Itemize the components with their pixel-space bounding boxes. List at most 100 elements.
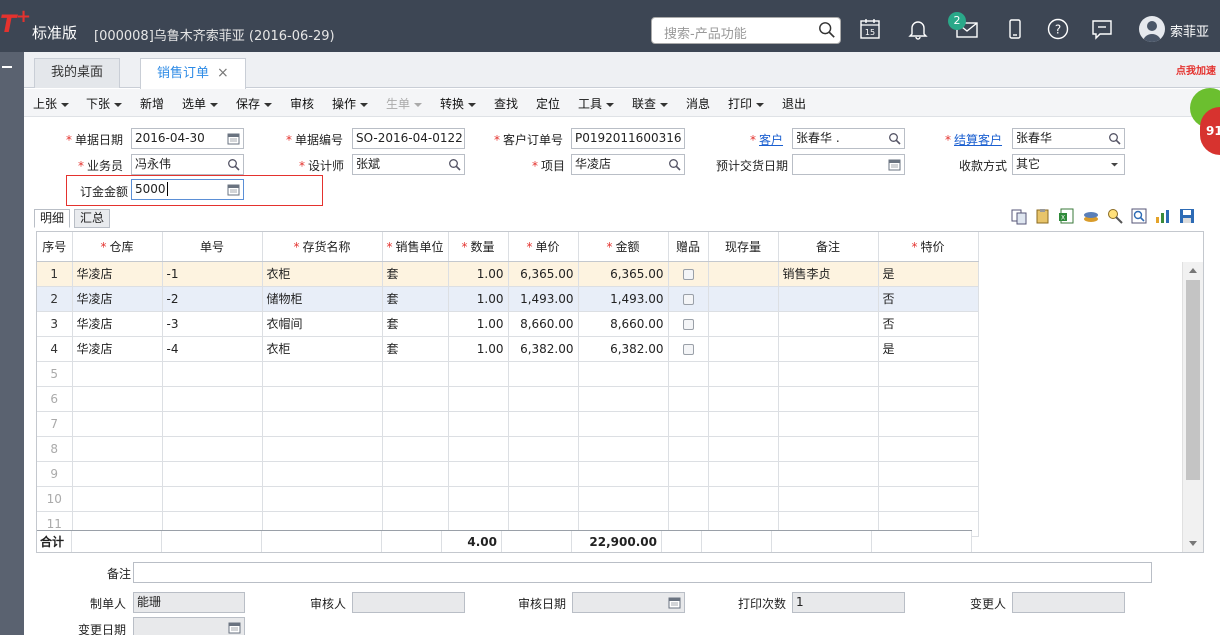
search-icon[interactable] bbox=[1108, 132, 1121, 145]
cell-remark[interactable] bbox=[778, 311, 879, 337]
grid-scrollbar[interactable] bbox=[1182, 262, 1203, 552]
prev-button[interactable]: 上张 bbox=[33, 95, 70, 112]
paste-icon[interactable] bbox=[1034, 207, 1052, 225]
mobile-icon[interactable] bbox=[1003, 17, 1027, 41]
search-input[interactable]: 搜索-产品功能 bbox=[651, 17, 841, 44]
chat-icon[interactable] bbox=[1090, 17, 1114, 41]
table-row[interactable]: 1 华凌店 -1 衣柜 套 1.00 6,365.00 6,365.00 销售李… bbox=[37, 261, 979, 287]
cell-qty[interactable]: 1.00 bbox=[448, 286, 509, 312]
exit-button[interactable]: 退出 bbox=[782, 95, 806, 112]
cell-item[interactable]: 衣帽间 bbox=[262, 311, 383, 337]
gift-checkbox[interactable] bbox=[668, 311, 709, 337]
cell-qty[interactable]: 1.00 bbox=[448, 261, 509, 287]
calendar-picker-icon[interactable] bbox=[888, 158, 901, 171]
search-icon[interactable] bbox=[448, 158, 461, 171]
cell-unit[interactable]: 套 bbox=[382, 286, 449, 312]
project-field[interactable]: 华凌店 bbox=[571, 154, 685, 175]
settle-customer-label[interactable]: * 结算客户 bbox=[945, 131, 1002, 148]
help-icon[interactable]: ? bbox=[1046, 17, 1070, 41]
calendar-icon[interactable]: 15 bbox=[858, 17, 882, 41]
payment-method-select[interactable]: 其它 bbox=[1012, 154, 1125, 175]
table-row[interactable]: 3 华凌店 -3 衣帽间 套 1.00 8,660.00 8,660.00 否 bbox=[37, 311, 979, 337]
scroll-up-icon[interactable] bbox=[1189, 268, 1197, 273]
cell-item[interactable]: 衣柜 bbox=[262, 261, 383, 287]
col-header[interactable]: * 特价 bbox=[878, 232, 979, 262]
chevron-down-icon[interactable] bbox=[1108, 158, 1121, 171]
deposit-field[interactable]: 5000 bbox=[131, 179, 244, 200]
scroll-thumb[interactable] bbox=[1186, 280, 1200, 480]
col-header[interactable]: * 存货名称 bbox=[262, 232, 383, 262]
doc-no-field[interactable]: SO-2016-04-0122 bbox=[352, 128, 465, 149]
salesman-field[interactable]: 冯永伟 bbox=[131, 154, 244, 175]
stack-icon[interactable] bbox=[1082, 207, 1100, 225]
cell-item[interactable]: 储物柜 bbox=[262, 286, 383, 312]
cell-unit[interactable]: 套 bbox=[382, 336, 449, 362]
remark-field[interactable] bbox=[133, 562, 1152, 583]
cell-no[interactable]: -4 bbox=[162, 336, 263, 362]
col-header[interactable]: * 销售单位 bbox=[382, 232, 449, 262]
operation-button[interactable]: 操作 bbox=[332, 95, 369, 112]
cell-special[interactable]: 是 bbox=[878, 336, 979, 362]
find-replace-icon[interactable] bbox=[1106, 207, 1124, 225]
excel-icon[interactable]: X bbox=[1058, 207, 1076, 225]
cell-price[interactable]: 6,365.00 bbox=[508, 261, 579, 287]
col-header[interactable]: * 金额 bbox=[578, 232, 669, 262]
speedup-percent[interactable]: 91 bbox=[1200, 107, 1220, 155]
search-icon[interactable] bbox=[888, 132, 901, 145]
table-row[interactable]: 4 华凌店 -4 衣柜 套 1.00 6,382.00 6,382.00 是 bbox=[37, 336, 979, 362]
calendar-picker-icon[interactable] bbox=[227, 132, 240, 145]
col-header[interactable]: 单号 bbox=[162, 232, 263, 262]
avatar[interactable] bbox=[1139, 16, 1165, 42]
app-logo[interactable]: T + bbox=[0, 6, 31, 38]
customer-field[interactable]: 张春华 . bbox=[792, 128, 905, 149]
cell-warehouse[interactable]: 华凌店 bbox=[72, 286, 163, 312]
cell-remark[interactable] bbox=[778, 286, 879, 312]
calculator-icon[interactable] bbox=[227, 183, 240, 196]
cell-price[interactable]: 1,493.00 bbox=[508, 286, 579, 312]
cell-item[interactable]: 衣柜 bbox=[262, 336, 383, 362]
select-doc-button[interactable]: 选单 bbox=[182, 95, 219, 112]
col-header[interactable]: 现存量 bbox=[708, 232, 779, 262]
copy-icon[interactable] bbox=[1010, 207, 1028, 225]
col-header[interactable]: 赠品 bbox=[668, 232, 709, 262]
save-button[interactable]: 保存 bbox=[236, 95, 273, 112]
cell-no[interactable]: -3 bbox=[162, 311, 263, 337]
cell-unit[interactable]: 套 bbox=[382, 261, 449, 287]
username[interactable]: 索菲亚 bbox=[1170, 21, 1209, 40]
cell-special[interactable]: 是 bbox=[878, 261, 979, 287]
gift-checkbox[interactable] bbox=[668, 286, 709, 312]
cell-remark[interactable]: 销售李贞 bbox=[778, 261, 879, 287]
customer-label[interactable]: * 客户 bbox=[750, 131, 783, 148]
cell-special[interactable]: 否 bbox=[878, 311, 979, 337]
table-row-empty[interactable]: 8 bbox=[37, 436, 979, 462]
cell-price[interactable]: 8,660.00 bbox=[508, 311, 579, 337]
bell-icon[interactable] bbox=[906, 17, 930, 41]
zoom-icon[interactable] bbox=[1130, 207, 1148, 225]
table-row-empty[interactable]: 10 bbox=[37, 486, 979, 512]
convert-button[interactable]: 转换 bbox=[440, 95, 477, 112]
new-button[interactable]: 新增 bbox=[140, 95, 164, 112]
expected-delivery-field[interactable] bbox=[792, 154, 905, 175]
col-header[interactable]: 备注 bbox=[778, 232, 879, 262]
col-header[interactable]: 序号 bbox=[37, 232, 73, 262]
tab-sales-order[interactable]: 销售订单 × bbox=[140, 58, 246, 89]
search-icon[interactable] bbox=[818, 21, 836, 39]
cell-qty[interactable]: 1.00 bbox=[448, 311, 509, 337]
generate-button[interactable]: 生单 bbox=[386, 95, 423, 112]
cell-stock[interactable] bbox=[708, 311, 779, 337]
search-icon[interactable] bbox=[668, 158, 681, 171]
table-row-empty[interactable]: 6 bbox=[37, 386, 979, 412]
gift-checkbox[interactable] bbox=[668, 261, 709, 287]
cell-qty[interactable]: 1.00 bbox=[448, 336, 509, 362]
cell-no[interactable]: -1 bbox=[162, 261, 263, 287]
search-icon[interactable] bbox=[227, 158, 240, 171]
collapse-icon[interactable] bbox=[2, 66, 12, 68]
cust-order-no-field[interactable]: P0192011600316 bbox=[571, 128, 685, 149]
cell-warehouse[interactable]: 华凌店 bbox=[72, 311, 163, 337]
cell-amount[interactable]: 6,382.00 bbox=[578, 336, 669, 362]
cell-stock[interactable] bbox=[708, 261, 779, 287]
cell-no[interactable]: -2 bbox=[162, 286, 263, 312]
close-icon[interactable]: × bbox=[217, 65, 229, 81]
scroll-down-icon[interactable] bbox=[1189, 541, 1197, 546]
left-nav-strip[interactable] bbox=[0, 52, 24, 635]
